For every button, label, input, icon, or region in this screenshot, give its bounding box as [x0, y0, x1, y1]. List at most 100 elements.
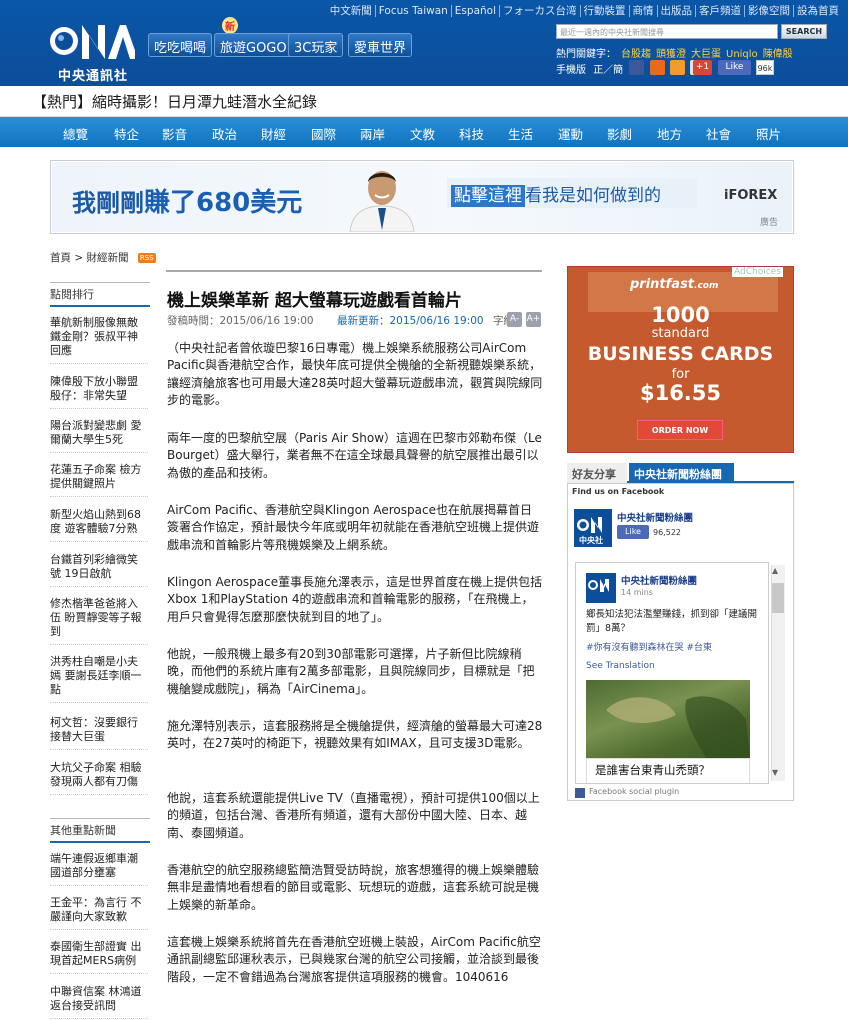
cna-fb-avatar[interactable]: 中央社: [574, 509, 612, 547]
fb-like-button[interactable]: Like: [617, 525, 649, 539]
nav-life[interactable]: 生活: [508, 124, 533, 143]
facebook-icon[interactable]: [629, 60, 644, 75]
post-tags[interactable]: #你有沒有聽到森林在哭 #台東: [586, 640, 712, 653]
scroll-down-icon[interactable]: ▼: [772, 768, 778, 777]
post-photo[interactable]: [586, 680, 750, 758]
nav-features[interactable]: 特企: [114, 124, 139, 143]
adchoices-tag[interactable]: AdChoices: [732, 267, 783, 277]
ad-cta[interactable]: 點擊這裡 看我是如何做到的: [447, 178, 697, 208]
hot-keyword[interactable]: 台股趨: [621, 49, 651, 60]
rss-icon[interactable]: [670, 60, 685, 75]
fb-tabs: 好友分享 中央社新聞粉絲團: [567, 463, 794, 483]
hot-keywords: 熱門關鍵字： 台股趨 頭獲澄 大巨蛋 Uniqlo 陳偉殷: [556, 45, 793, 60]
popular-item[interactable]: 修杰楷準爸爸將入伍 盼賈靜雯等子報到: [50, 597, 148, 645]
search-input[interactable]: 最近一週內的中央社新聞搜尋: [556, 24, 778, 39]
like-button[interactable]: Like: [718, 60, 751, 75]
other-news-item[interactable]: 中聯資信案 林鴻道返台接受訊問: [50, 985, 148, 1019]
fb-page-name[interactable]: 中央社新聞粉絲團: [617, 510, 693, 524]
hot-keywords-label: 熱門關鍵字：: [556, 49, 616, 60]
tab-friends-share[interactable]: 好友分享: [567, 463, 627, 483]
popular-item[interactable]: 陳偉殷下放小聯盟 殷仔：非常失望: [50, 375, 148, 409]
nav-sports[interactable]: 運動: [558, 124, 583, 143]
nav-video[interactable]: 影音: [162, 124, 187, 143]
top-link[interactable]: Español: [451, 5, 500, 17]
fb-like-count: 96,522: [653, 528, 681, 537]
article-paragraph: 這套機上娛樂系統將首先在香港航空班機上裝設，AirCom Pacific航空通訊…: [167, 935, 541, 984]
channel-tab-3c[interactable]: 3C玩家: [288, 33, 344, 57]
mobile-label[interactable]: 手機版: [556, 65, 586, 76]
top-link[interactable]: 商情: [629, 5, 658, 17]
popular-item[interactable]: 洪秀柱自嘲是小夫嫣 要謝長廷李順一點: [50, 655, 148, 703]
hot-keyword[interactable]: Uniqlo: [726, 49, 758, 60]
new-badge: 新: [222, 17, 238, 34]
hot-keyword[interactable]: 大巨蛋: [691, 49, 721, 60]
fb-plugin-label[interactable]: Facebook social plugin: [589, 787, 679, 796]
nav-international[interactable]: 國際: [311, 124, 336, 143]
top-link[interactable]: 行動裝置: [580, 5, 630, 17]
find-us-on-facebook: Find us on Facebook: [572, 487, 665, 496]
tab-fan-page[interactable]: 中央社新聞粉絲團: [629, 463, 734, 483]
popular-item[interactable]: 台鐵首列彩繪微笑號 19日啟航: [50, 553, 148, 587]
nav-overview[interactable]: 總覽: [63, 124, 88, 143]
breadcrumb-home[interactable]: 首頁: [50, 252, 71, 264]
nav-technology[interactable]: 科技: [459, 124, 484, 143]
top-link[interactable]: 影像空間: [745, 5, 794, 17]
ad-brand-logo: printfast.com: [630, 277, 718, 292]
top-link[interactable]: 設為首頁: [794, 5, 842, 17]
breadcrumb: 首頁 > 財經新聞 RSS: [50, 250, 156, 265]
hot-keyword[interactable]: 陳偉殷: [763, 49, 793, 60]
other-news-item[interactable]: 泰國衛生部證實 出現首起MERS病例: [50, 940, 148, 974]
mobile-value[interactable]: 正／簡: [593, 65, 623, 76]
nav-entertainment[interactable]: 影劇: [607, 124, 632, 143]
order-now-button[interactable]: ORDER NOW: [637, 420, 723, 440]
hot-keyword[interactable]: 頭獲澄: [656, 49, 686, 60]
top-link[interactable]: 中文新聞: [326, 5, 376, 17]
scroll-up-icon[interactable]: ▲: [772, 566, 778, 575]
cna-logo-mark: [50, 25, 135, 59]
other-news-item[interactable]: 王金平：為言行 不嚴謹向大家致歉: [50, 896, 148, 930]
fb-post[interactable]: 中央社新聞粉絲團 14 mins 鄉長知法犯法濫墾賺錢，抓到卻「建議開罰」8萬？…: [575, 562, 769, 784]
banner-ad[interactable]: 我剛剛賺了680美元 點擊這裡 看我是如何做到的 iFOREX 廣告: [52, 162, 792, 232]
plurk-icon[interactable]: [650, 60, 665, 75]
main-nav: 總覽 特企 影音 政治 財經 國際 兩岸 文教 科技 生活 運動 影劇 地方 社…: [0, 117, 848, 147]
other-news-item[interactable]: 端午連假返鄉車潮 國道部分壅塞: [50, 852, 148, 886]
nav-local[interactable]: 地方: [657, 124, 682, 143]
channel-tab-food[interactable]: 吃吃喝喝: [148, 33, 213, 57]
nav-education[interactable]: 文教: [410, 124, 435, 143]
post-page-name[interactable]: 中央社新聞粉絲團: [621, 573, 697, 587]
search-button[interactable]: SEARCH: [781, 24, 827, 39]
channel-tab-travel[interactable]: 旅遊GOGO: [214, 33, 293, 57]
top-link[interactable]: フォーカス台湾: [500, 5, 581, 17]
nav-cross-strait[interactable]: 兩岸: [360, 124, 385, 143]
font-larger-button[interactable]: A+: [526, 312, 541, 327]
popular-item[interactable]: 陽台派對變悲劇 愛爾蘭大學生5死: [50, 419, 148, 453]
nav-politics[interactable]: 政治: [212, 124, 237, 143]
popular-item[interactable]: 新型火焰山熱到68度 遊客體驗7分熟: [50, 508, 148, 542]
popular-item[interactable]: 柯文哲：沒要銀行接替大巨蛋: [50, 716, 148, 750]
top-link[interactable]: 出版品: [657, 5, 696, 17]
article-paragraph: （中央社記者曾依璇巴黎16日專電）機上娛樂系統服務公司AirCom Pacifi…: [167, 341, 543, 407]
gplus-button[interactable]: +1: [693, 60, 712, 75]
popular-item[interactable]: 華航新制服像無敵鐵金剛？張叔平神回應: [50, 316, 148, 364]
post-time[interactable]: 14 mins: [621, 588, 653, 597]
like-count: 96k: [756, 60, 774, 75]
font-smaller-button[interactable]: A-: [507, 312, 522, 327]
top-link[interactable]: 客戶頻道: [696, 5, 745, 17]
fb-scroll-thumb[interactable]: [772, 583, 784, 613]
nav-photos[interactable]: 照片: [756, 124, 781, 143]
popular-item[interactable]: 花蓮五子命案 檢方提供關鍵照片: [50, 463, 148, 497]
cna-logo[interactable]: 中央通訊社: [50, 19, 135, 84]
top-link[interactable]: Focus Taiwan: [375, 5, 452, 17]
nav-society[interactable]: 社會: [706, 124, 731, 143]
breadcrumb-section[interactable]: 財經新聞: [87, 252, 129, 264]
updated-label: 最新更新：: [336, 315, 390, 327]
ticker-headline[interactable]: 【熱門】縮時攝影！日月潭九蛙潛水全紀錄: [32, 91, 317, 112]
photo-caption[interactable]: 是誰害台東青山禿頭？: [586, 758, 750, 783]
rss-badge[interactable]: RSS: [137, 253, 156, 263]
see-translation-link[interactable]: See Translation: [586, 661, 655, 671]
popular-title: 點閱排行: [50, 282, 150, 307]
channel-tab-car[interactable]: 愛車世界: [348, 33, 413, 57]
nav-finance[interactable]: 財經: [261, 124, 286, 143]
popular-item[interactable]: 大坑父子命案 相驗發現兩人都有刀傷: [50, 761, 148, 795]
ad-product: BUSINESS CARDS: [587, 343, 774, 365]
